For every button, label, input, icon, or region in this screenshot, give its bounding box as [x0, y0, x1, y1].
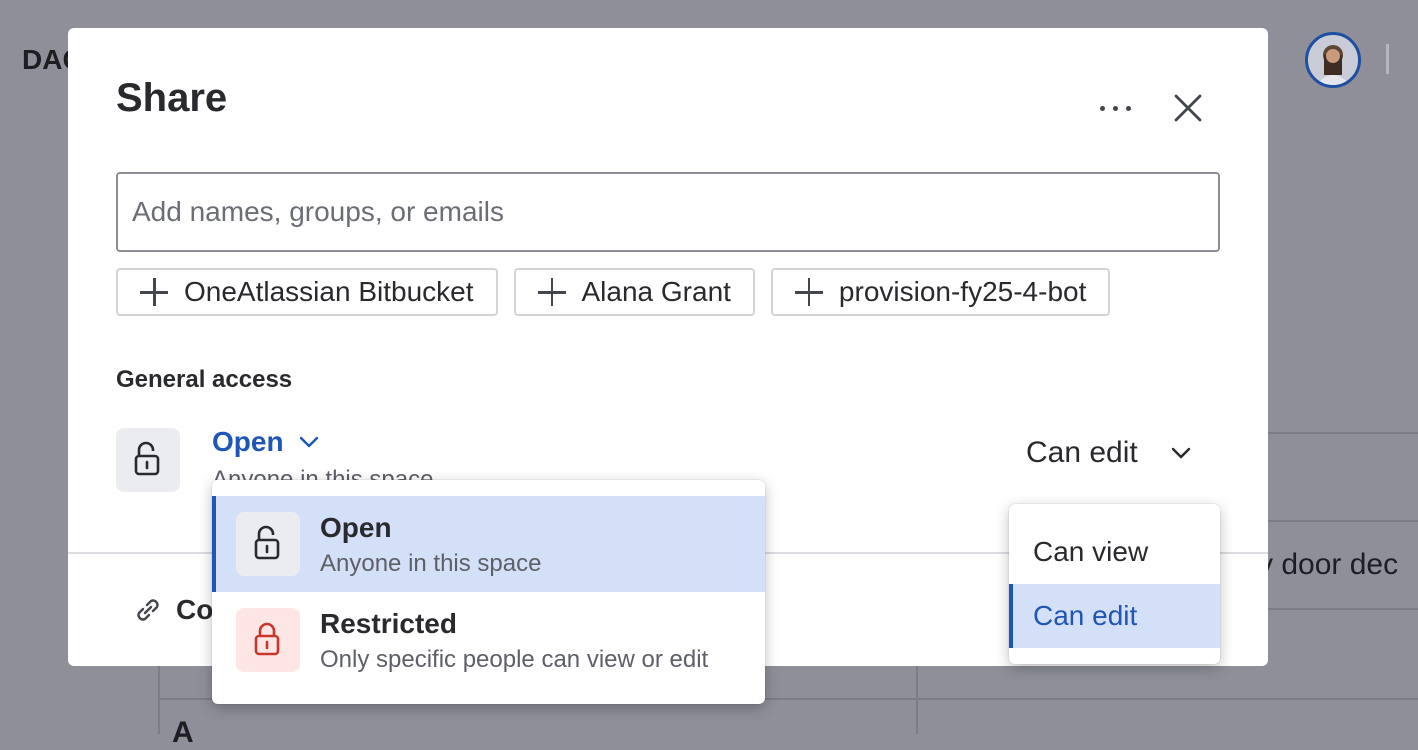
link-icon	[137, 599, 159, 621]
general-access-value: Open	[212, 426, 284, 457]
suggestion-chip[interactable]: Alana Grant	[513, 268, 755, 316]
bg-table-border	[916, 666, 918, 734]
bg-table-border	[1268, 432, 1418, 434]
bg-table-border	[158, 666, 160, 734]
bg-row-text: y door dec	[1258, 548, 1399, 581]
bg-table-border	[1268, 608, 1418, 610]
permission-value: Can edit	[1026, 436, 1138, 469]
suggestion-chip[interactable]: provision-fy25-4-bot	[770, 268, 1111, 316]
suggestion-label: provision-fy25-4-bot	[838, 276, 1087, 307]
bg-bottom-text: A	[172, 716, 194, 749]
chevron-down-icon	[299, 436, 318, 448]
general-access-menu: Open Anyone in this space Restricted Onl…	[212, 480, 765, 704]
close-icon	[1174, 94, 1202, 122]
access-option-icon-tile	[236, 512, 300, 576]
general-access-heading: General access	[116, 366, 293, 393]
general-access-dropdown[interactable]: Open	[212, 426, 320, 458]
permission-dropdown[interactable]: Can edit	[1026, 436, 1192, 470]
copy-link-label: Co	[176, 594, 214, 625]
header-separator	[1386, 44, 1389, 74]
user-avatar[interactable]	[1305, 32, 1361, 88]
share-search-input[interactable]	[116, 172, 1220, 252]
bg-table-border	[1268, 520, 1418, 522]
lock-locked-icon	[254, 622, 280, 656]
access-option-restricted[interactable]: Restricted Only specific people can view…	[212, 592, 765, 688]
add-icon	[140, 278, 168, 306]
more-horizontal-icon	[1126, 106, 1131, 111]
more-horizontal-icon	[1100, 106, 1105, 111]
suggestion-list: OneAtlassian Bitbucket Alana Grant provi…	[116, 268, 1111, 316]
permission-option-view[interactable]: Can view	[1009, 520, 1220, 584]
access-option-open[interactable]: Open Anyone in this space	[212, 496, 765, 592]
lock-unlocked-icon	[134, 441, 160, 476]
suggestion-label: Alana Grant	[581, 276, 731, 307]
lock-unlocked-icon	[254, 525, 280, 560]
permission-option-edit[interactable]: Can edit	[1009, 584, 1220, 648]
access-icon-tile	[116, 428, 180, 492]
general-access-description: Anyone in this space	[212, 466, 434, 480]
suggestion-label: OneAtlassian Bitbucket	[184, 276, 474, 307]
access-option-title: Restricted	[320, 608, 457, 639]
dialog-title: Share	[116, 76, 228, 120]
access-option-icon-tile	[236, 608, 300, 672]
access-option-description: Only specific people can view or edit	[320, 646, 709, 673]
close-button[interactable]	[1164, 86, 1212, 130]
avatar-image	[1316, 45, 1350, 85]
permission-menu: Can view Can edit	[1009, 504, 1220, 664]
access-option-description: Anyone in this space	[320, 550, 542, 577]
chevron-down-icon	[1171, 447, 1190, 459]
access-option-title: Open	[320, 512, 392, 543]
more-horizontal-icon	[1113, 106, 1118, 111]
copy-link-button[interactable]: Co	[132, 594, 213, 626]
suggestion-chip[interactable]: OneAtlassian Bitbucket	[116, 268, 498, 316]
more-options-button[interactable]	[1088, 88, 1144, 128]
add-icon	[537, 278, 566, 306]
add-icon	[794, 278, 823, 306]
